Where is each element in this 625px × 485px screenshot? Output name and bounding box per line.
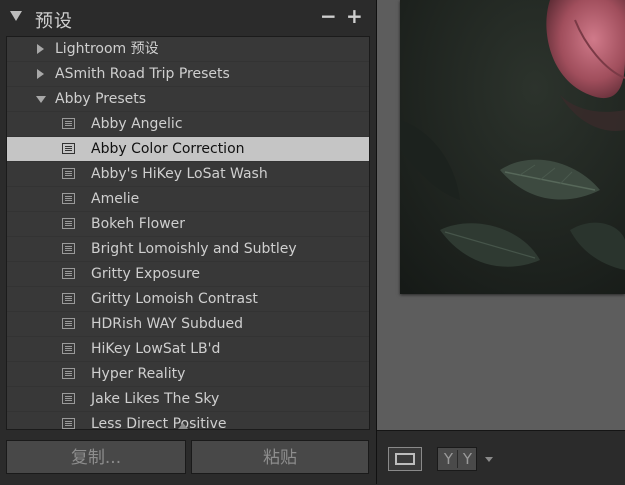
preset-label: Gritty Exposure bbox=[91, 266, 201, 282]
preset-item-selected[interactable]: Abby Color Correction bbox=[7, 137, 369, 162]
paste-settings-button[interactable]: 粘贴 bbox=[191, 440, 369, 474]
preset-icon bbox=[62, 143, 75, 154]
collapse-triangle-icon[interactable] bbox=[10, 11, 22, 21]
preset-list: Lightroom 预设 ASmith Road Trip Presets Ab… bbox=[6, 36, 370, 430]
preset-icon bbox=[62, 168, 75, 179]
preset-item[interactable]: Hyper Reality bbox=[7, 362, 369, 387]
expand-arrow-icon[interactable] bbox=[37, 69, 44, 79]
preset-item[interactable]: Abby's HiKey LoSat Wash bbox=[7, 162, 369, 187]
preset-label: HDRish WAY Subdued bbox=[91, 316, 244, 332]
preset-label: Abby Angelic bbox=[91, 116, 183, 132]
loupe-view-button[interactable] bbox=[388, 447, 422, 471]
preset-item[interactable]: Amelie bbox=[7, 187, 369, 212]
preset-item[interactable]: Jake Likes The Sky bbox=[7, 387, 369, 412]
preset-item[interactable]: Bokeh Flower bbox=[7, 212, 369, 237]
photo-preview bbox=[400, 0, 625, 294]
expand-arrow-icon[interactable] bbox=[37, 44, 44, 54]
preset-item[interactable]: Gritty Exposure bbox=[7, 262, 369, 287]
copy-settings-button[interactable]: 复制... bbox=[6, 440, 186, 474]
preset-item[interactable]: HiKey LowSat LB'd bbox=[7, 337, 369, 362]
folder-asmith-road-trip-presets[interactable]: ASmith Road Trip Presets bbox=[7, 62, 369, 87]
preset-item[interactable]: Abby Angelic bbox=[7, 112, 369, 137]
after-label: Y bbox=[462, 450, 473, 468]
preset-icon bbox=[62, 318, 75, 329]
divider bbox=[457, 450, 458, 468]
preset-icon bbox=[62, 293, 75, 304]
preset-label: Hyper Reality bbox=[91, 366, 186, 382]
panel-title: 预设 bbox=[35, 11, 73, 32]
preset-label: Amelie bbox=[91, 191, 140, 207]
remove-preset-button[interactable]: − bbox=[320, 6, 337, 26]
flower-photo-image bbox=[400, 0, 625, 294]
preset-item[interactable]: Gritty Lomoish Contrast bbox=[7, 287, 369, 312]
preset-icon bbox=[62, 393, 75, 404]
preset-label: Jake Likes The Sky bbox=[91, 391, 220, 407]
single-view-icon bbox=[395, 453, 415, 465]
preset-label: Abby Color Correction bbox=[91, 141, 245, 157]
preset-icon bbox=[62, 368, 75, 379]
folder-label: ASmith Road Trip Presets bbox=[55, 66, 230, 82]
preset-label: Bokeh Flower bbox=[91, 216, 186, 232]
preset-item[interactable]: Bright Lomoishly and Subtley bbox=[7, 237, 369, 262]
preset-label: Bright Lomoishly and Subtley bbox=[91, 241, 297, 257]
before-after-view-button[interactable]: YY bbox=[437, 447, 477, 471]
presets-panel-header[interactable]: 预设 − + bbox=[0, 0, 376, 36]
image-preview-area: YY bbox=[377, 0, 625, 485]
before-label: Y bbox=[443, 450, 454, 468]
preset-label: Gritty Lomoish Contrast bbox=[91, 291, 258, 307]
preset-icon bbox=[62, 268, 75, 279]
scroll-up-arrow-icon[interactable] bbox=[178, 423, 188, 429]
bottom-toolbar: YY bbox=[377, 430, 625, 485]
folder-label: Lightroom 预设 bbox=[55, 41, 159, 57]
folder-lightroom-presets[interactable]: Lightroom 预设 bbox=[7, 37, 369, 62]
preset-item[interactable]: HDRish WAY Subdued bbox=[7, 312, 369, 337]
preset-icon bbox=[62, 218, 75, 229]
preset-item[interactable]: Less Direct Positive bbox=[7, 412, 369, 430]
preset-icon bbox=[62, 118, 75, 129]
preset-label: Less Direct Positive bbox=[91, 416, 227, 430]
presets-panel: 预设 − + Lightroom 预设 ASmith Road Trip Pre… bbox=[0, 0, 377, 484]
preset-icon bbox=[62, 243, 75, 254]
folder-label: Abby Presets bbox=[55, 91, 147, 107]
folder-abby-presets[interactable]: Abby Presets bbox=[7, 87, 369, 112]
preset-icon bbox=[62, 418, 75, 429]
preset-icon bbox=[62, 343, 75, 354]
preset-label: HiKey LowSat LB'd bbox=[91, 341, 221, 357]
collapse-arrow-icon[interactable] bbox=[36, 96, 46, 103]
preset-icon bbox=[62, 193, 75, 204]
chevron-down-icon[interactable] bbox=[485, 457, 493, 462]
preset-label: Abby's HiKey LoSat Wash bbox=[91, 166, 268, 182]
add-preset-button[interactable]: + bbox=[346, 6, 363, 26]
